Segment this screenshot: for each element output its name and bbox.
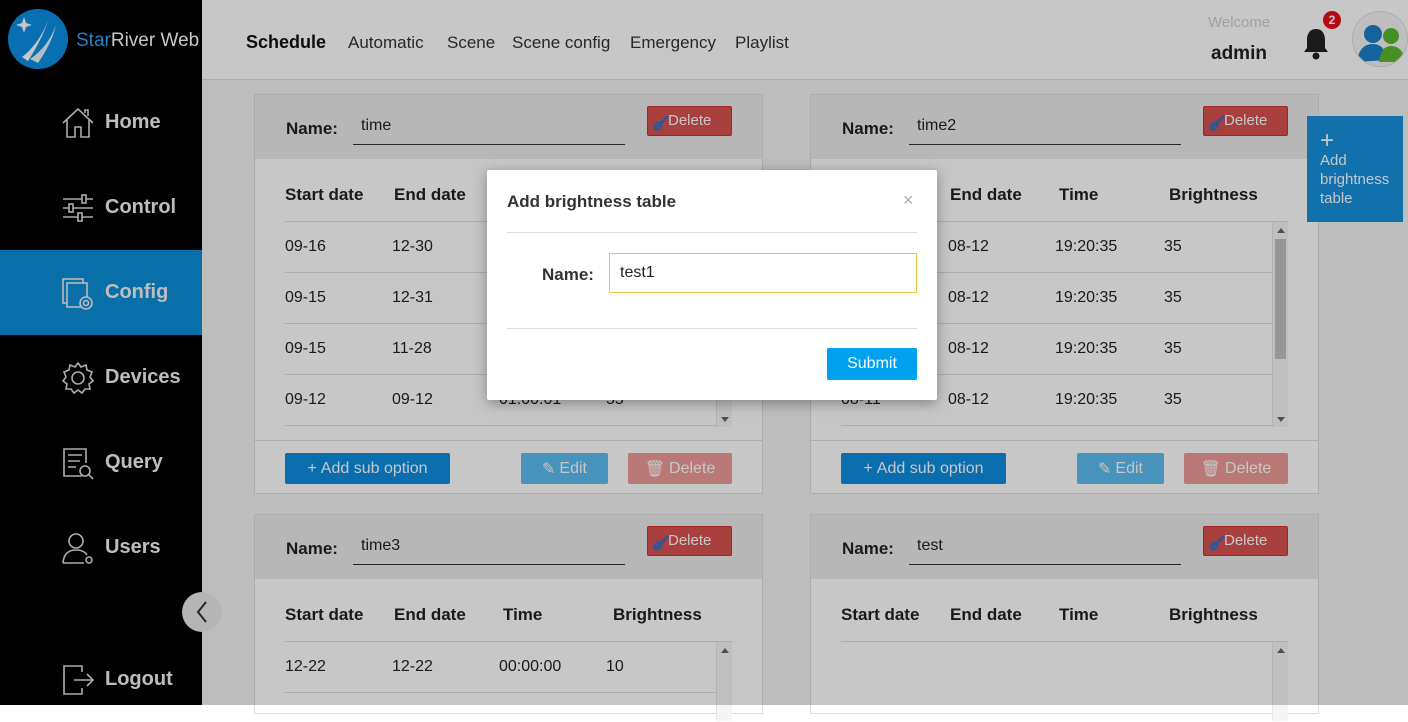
- dialog-title: Add brightness table: [507, 192, 677, 211]
- name-field-label: Name:: [542, 265, 594, 284]
- submit-button[interactable]: Submit: [827, 348, 917, 380]
- add-brightness-table-dialog: Add brightness table × Name: Submit: [487, 170, 937, 400]
- close-icon[interactable]: ×: [903, 190, 914, 211]
- name-input[interactable]: [609, 253, 917, 293]
- divider: [507, 232, 917, 233]
- divider: [507, 328, 917, 329]
